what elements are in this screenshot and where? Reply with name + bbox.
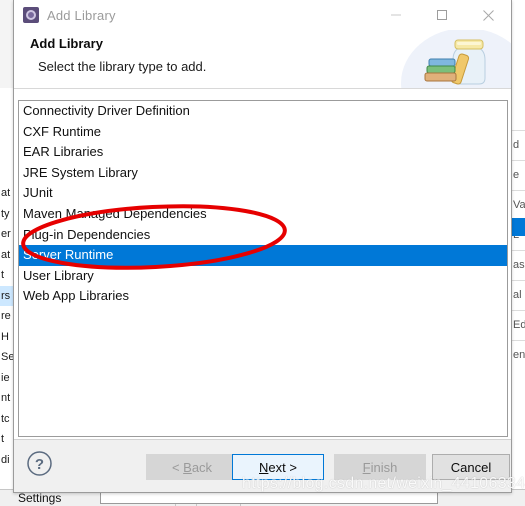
finish-button[interactable]: Finish: [334, 454, 426, 480]
cancel-button[interactable]: Cancel: [432, 454, 510, 480]
list-item[interactable]: User Library: [19, 266, 507, 287]
list-item[interactable]: Plug-in Dependencies: [19, 225, 507, 246]
eclipse-gear-icon: [23, 7, 39, 23]
background-right-selected-row: [512, 218, 525, 236]
background-right-row[interactable]: al: [512, 280, 525, 310]
list-item[interactable]: Maven Managed Dependencies: [19, 204, 507, 225]
background-right-row[interactable]: e: [512, 160, 525, 190]
dialog-header: Add Library Select the library type to a…: [14, 30, 511, 89]
list-item[interactable]: Connectivity Driver Definition: [19, 101, 507, 122]
background-left-item[interactable]: at: [0, 183, 14, 204]
page-title: Add Library: [30, 36, 103, 51]
background-left-item[interactable]: er: [0, 224, 14, 245]
background-right-table-rows: deVaLasalEden: [512, 130, 525, 460]
background-left-item[interactable]: re: [0, 306, 14, 327]
background-right-row[interactable]: Ed: [512, 310, 525, 340]
window-controls: [373, 0, 511, 30]
list-item[interactable]: JUnit: [19, 183, 507, 204]
add-library-dialog: Add Library Add Library Select the libra…: [13, 0, 512, 493]
list-item[interactable]: CXF Runtime: [19, 122, 507, 143]
background-right-table[interactable]: deVaLasalEden: [511, 0, 525, 506]
dialog-titlebar[interactable]: Add Library: [14, 0, 511, 30]
list-item[interactable]: Web App Libraries: [19, 286, 507, 307]
background-left-item[interactable]: tc: [0, 409, 14, 430]
background-left-tree-items: at ty er at t rs re H Se ie nt tc t di: [0, 183, 14, 506]
back-button[interactable]: < Back: [146, 454, 238, 480]
background-right-row[interactable]: d: [512, 130, 525, 160]
maximize-icon[interactable]: [419, 0, 465, 30]
background-left-item[interactable]: di: [0, 450, 14, 471]
background-left-item[interactable]: t: [0, 265, 14, 286]
background-left-item[interactable]: ty: [0, 204, 14, 225]
background-right-row[interactable]: as: [512, 250, 525, 280]
background-left-item[interactable]: Se: [0, 347, 14, 368]
background-right-row[interactable]: Va: [512, 190, 525, 220]
minimize-icon[interactable]: [373, 0, 419, 30]
window-title: Add Library: [47, 7, 116, 23]
background-left-item[interactable]: H: [0, 327, 14, 348]
close-icon[interactable]: [465, 0, 511, 30]
background-left-item[interactable]: rs: [0, 285, 14, 306]
page-subtitle: Select the library type to add.: [38, 59, 207, 74]
screenshot-root: attyerattrsreHSeienttctdi deVaLasalEden …: [0, 0, 525, 506]
library-type-list[interactable]: Connectivity Driver Definition CXF Runtim…: [18, 100, 508, 437]
dialog-footer: ? < Back Next > Finish Cancel: [14, 439, 511, 492]
background-left-item[interactable]: t: [0, 429, 14, 450]
books-in-jar-illustration: [401, 30, 511, 88]
next-button[interactable]: Next >: [232, 454, 324, 480]
list-item[interactable]: EAR Libraries: [19, 142, 507, 163]
svg-text:?: ?: [35, 456, 44, 473]
help-icon[interactable]: ?: [26, 450, 53, 477]
list-item-selected[interactable]: Server Runtime: [19, 245, 507, 266]
background-left-item[interactable]: nt: [0, 388, 14, 409]
background-bottom-label: Settings: [18, 491, 62, 505]
background-left-item[interactable]: ie: [0, 368, 14, 389]
background-left-item[interactable]: at: [0, 245, 14, 266]
background-right-row[interactable]: en: [512, 340, 525, 370]
list-item[interactable]: JRE System Library: [19, 163, 507, 184]
